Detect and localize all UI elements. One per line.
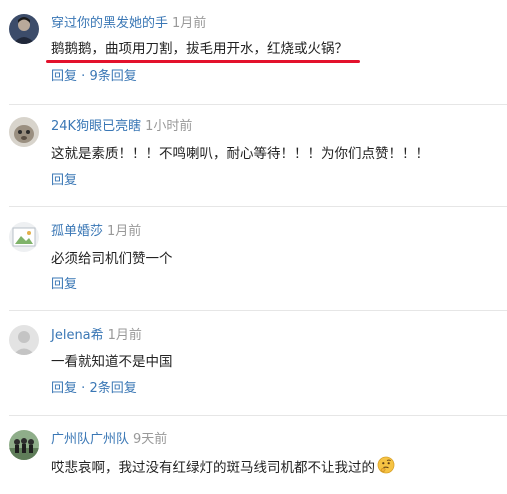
- comment-meta: 广州队广州队 9天前: [51, 431, 167, 449]
- username-link[interactable]: 孤单婚莎: [51, 224, 103, 239]
- divider: [9, 104, 507, 105]
- comment-text: 这就是素质！！！不鸣喇叭，耐心等待！！！为你们点赞！！！: [51, 146, 429, 162]
- separator-dot: ·: [81, 69, 86, 84]
- user-avatar[interactable]: [9, 430, 39, 460]
- separator-dot: ·: [81, 381, 86, 396]
- comment-text-content: 哎悲哀啊，我过没有红绿灯的斑马线司机都不让我过的: [51, 460, 375, 476]
- thinking-face-emoji-icon: [377, 456, 395, 480]
- reply-button[interactable]: 回复: [51, 381, 77, 396]
- divider: [9, 415, 507, 416]
- user-avatar[interactable]: [9, 325, 39, 355]
- comment-meta: 24K狗眼已亮瞎 1小时前: [51, 118, 192, 136]
- comment-time: 1小时前: [145, 119, 193, 134]
- comment-meta: 穿过你的黑发她的手 1月前: [51, 15, 206, 33]
- comment-meta: Jelena希 1月前: [51, 327, 142, 345]
- username-link[interactable]: 24K狗眼已亮瞎: [51, 119, 141, 134]
- user-avatar[interactable]: [9, 117, 39, 147]
- comment-time: 1月前: [172, 16, 207, 31]
- reply-button[interactable]: 回复: [51, 277, 77, 292]
- divider: [9, 310, 507, 311]
- user-avatar[interactable]: [9, 222, 39, 252]
- divider: [9, 206, 507, 207]
- comment-text: 鹅鹅鹅，曲项用刀割，拔毛用开水，红烧或火锅？: [51, 41, 348, 57]
- username-link[interactable]: 穿过你的黑发她的手: [51, 16, 168, 31]
- comment-time: 9天前: [133, 432, 168, 447]
- reply-button[interactable]: 回复: [51, 173, 77, 188]
- comment-time: 1月前: [107, 328, 142, 343]
- username-link[interactable]: Jelena希: [51, 328, 104, 343]
- comment-time: 1月前: [107, 224, 142, 239]
- comment-list: 穿过你的黑发她的手 1月前 鹅鹅鹅，曲项用刀割，拔毛用开水，红烧或火锅？ 回复 ·…: [0, 0, 507, 494]
- view-replies-link[interactable]: 9条回复: [89, 69, 136, 84]
- reply-button[interactable]: 回复: [51, 69, 77, 84]
- comment-text: 一看就知道不是中国: [51, 354, 173, 370]
- comment-actions: 回复: [51, 172, 77, 190]
- comment-actions: 回复 · 9条回复: [51, 68, 137, 86]
- user-avatar[interactable]: [9, 14, 39, 44]
- comment-text: 哎悲哀啊，我过没有红绿灯的斑马线司机都不让我过的: [51, 456, 395, 476]
- comment-actions: 回复: [51, 276, 77, 294]
- comment-meta: 孤单婚莎 1月前: [51, 223, 141, 241]
- view-replies-link[interactable]: 2条回复: [89, 381, 136, 396]
- comment-text: 必须给司机们赞一个: [51, 251, 173, 267]
- username-link[interactable]: 广州队广州队: [51, 432, 129, 447]
- highlight-underline: [46, 60, 360, 63]
- comment-actions: 回复 · 2条回复: [51, 380, 137, 398]
